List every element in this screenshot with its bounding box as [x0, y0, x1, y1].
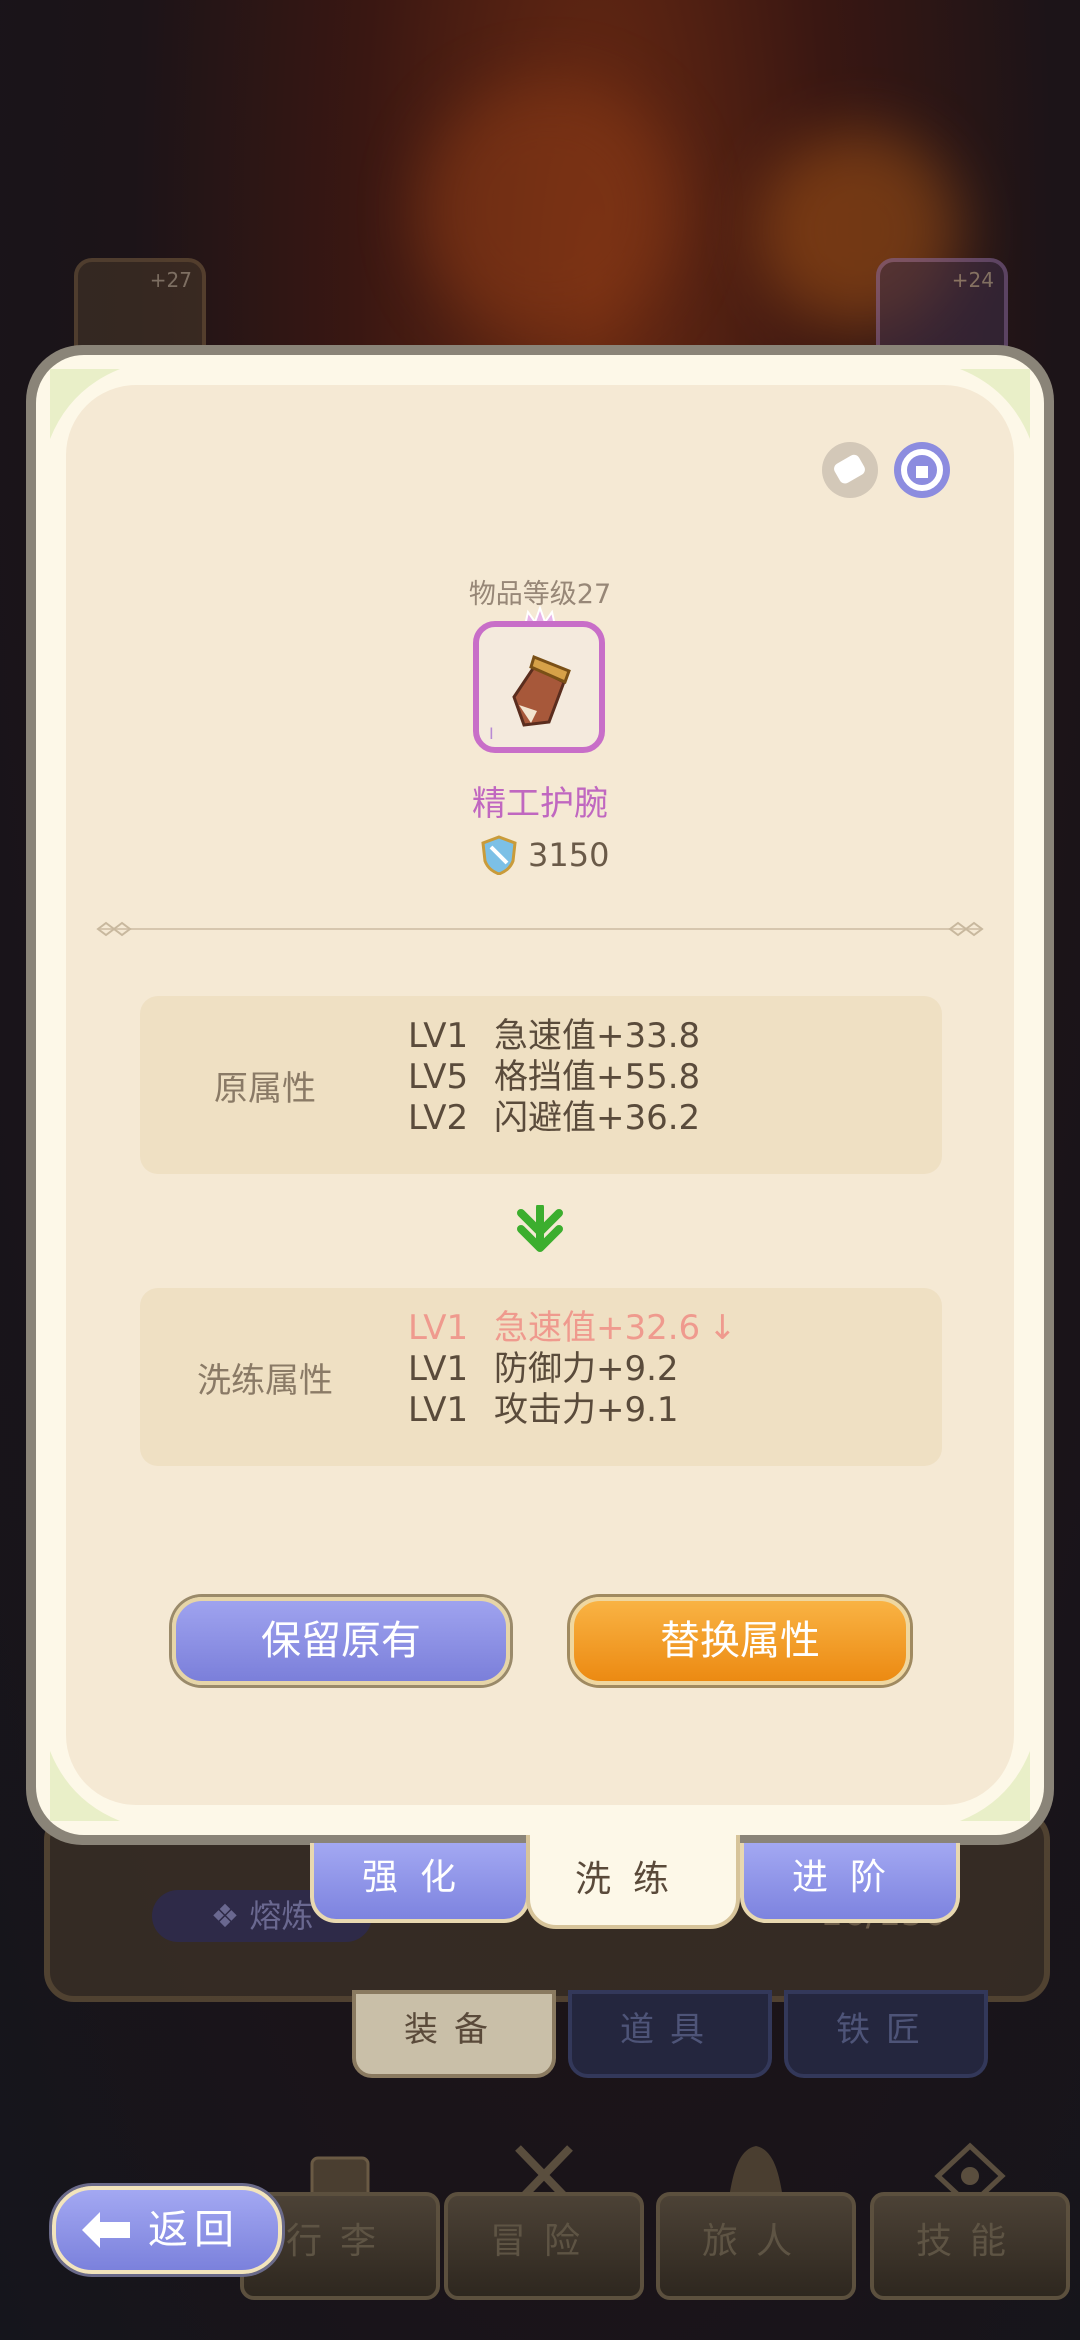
left-slot-level: +27	[149, 268, 192, 292]
attribute-line: LV1 急速值+33.8	[408, 1016, 700, 1057]
corner-ornament-icon	[50, 369, 120, 439]
attribute-stat: 闪避值+36.2	[494, 1098, 701, 1138]
replace-attributes-label: 替换属性	[660, 1618, 820, 1664]
back-button[interactable]: 返回	[52, 2186, 282, 2274]
original-attributes-title: 原属性	[214, 1068, 316, 1109]
nav-label: 旅人	[701, 2221, 810, 2262]
back-arrow-icon	[82, 2212, 130, 2248]
lock-icon	[901, 449, 943, 491]
decrease-arrow-icon: ↓	[708, 1308, 737, 1348]
original-attributes-list: LV1 急速值+33.8 LV5 格挡值+55.8 LV2 闪避值+36.2	[408, 1016, 700, 1139]
attribute-line: LV1 防御力+9.2	[408, 1349, 737, 1390]
attribute-stat: 格挡值+55.8	[494, 1057, 701, 1097]
corner-ornament-icon	[960, 369, 1030, 439]
attribute-stat: 防御力+9.2	[494, 1349, 679, 1389]
attribute-stat: 攻击力+9.1	[494, 1390, 679, 1430]
attribute-line: LV2 闪避值+36.2	[408, 1098, 700, 1139]
tab-label: 强化	[361, 1857, 478, 1898]
keep-original-label: 保留原有	[261, 1618, 421, 1664]
category-tab-label: 道具	[620, 2010, 720, 2050]
nav-label: 技能	[915, 2221, 1024, 2262]
smelt-icon: ❖	[210, 1897, 250, 1935]
attribute-line: LV5 格挡值+55.8	[408, 1057, 700, 1098]
attribute-level: LV1	[408, 1390, 469, 1430]
reforged-attributes-box: 洗练属性 LV1 急速值+32.6 ↓ LV1 防御力+9.2 LV1 攻击力+9.1	[140, 1288, 942, 1466]
attribute-level: LV1	[408, 1016, 469, 1056]
divider-ornament-icon	[948, 921, 984, 937]
tab-advance[interactable]: 进阶	[740, 1843, 960, 1923]
reforged-attributes-list: LV1 急速值+32.6 ↓ LV1 防御力+9.2 LV1 攻击力+9.1	[408, 1308, 737, 1431]
category-tab-label: 铁匠	[836, 2010, 936, 2050]
nav-adventure: 冒险	[444, 2140, 644, 2300]
tab-enhance[interactable]: 强化	[310, 1843, 530, 1923]
item-icon-frame[interactable]: I	[473, 621, 605, 753]
item-power: 3150	[480, 833, 609, 877]
dismantle-button[interactable]	[822, 442, 878, 498]
svg-text:I: I	[489, 724, 494, 743]
reforged-attributes-title: 洗练属性	[197, 1360, 333, 1401]
category-tab-blacksmith: 铁匠	[784, 1990, 988, 2078]
attribute-level: LV1	[408, 1308, 469, 1348]
right-slot-level: +24	[951, 268, 994, 292]
category-tab-equipment: 装备	[352, 1990, 556, 2078]
smelt-label: 熔炼	[249, 1897, 314, 1935]
category-tab-items: 道具	[568, 1990, 772, 2078]
replace-attributes-button[interactable]: 替换属性	[570, 1597, 910, 1685]
keep-original-button[interactable]: 保留原有	[172, 1597, 510, 1685]
background-glow	[420, 80, 680, 340]
item-name: 精工护腕	[472, 784, 608, 824]
divider-ornament-icon	[96, 921, 132, 937]
tab-reforge[interactable]: 洗练	[526, 1835, 740, 1929]
nav-skills: 技能	[870, 2140, 1070, 2300]
power-value: 3150	[528, 836, 610, 874]
shield-icon	[481, 835, 517, 875]
nav-label: 冒险	[489, 2221, 598, 2262]
attribute-level: LV1	[408, 1349, 469, 1389]
attribute-line-decreased: LV1 急速值+32.6 ↓	[408, 1308, 737, 1349]
tab-label: 洗练	[574, 1859, 691, 1900]
corner-ornament-icon	[960, 1751, 1030, 1821]
category-tab-label: 装备	[404, 2010, 504, 2050]
bracer-icon: I	[489, 654, 571, 743]
corner-ornament-icon	[50, 1751, 120, 1821]
attribute-line: LV1 攻击力+9.1	[408, 1390, 737, 1431]
down-arrow-icon	[517, 1205, 563, 1252]
hammer-icon	[834, 454, 865, 484]
attribute-stat: 急速值+33.8	[494, 1016, 701, 1056]
attribute-stat: 急速值+32.6	[494, 1308, 701, 1348]
attribute-level: LV5	[408, 1057, 469, 1097]
nav-travelers: 旅人	[656, 2140, 856, 2300]
original-attributes-box: 原属性 LV1 急速值+33.8 LV5 格挡值+55.8 LV2 闪避值+36.2	[140, 996, 942, 1174]
section-divider	[100, 928, 980, 930]
back-label: 返回	[148, 2207, 240, 2253]
lock-button[interactable]	[894, 442, 950, 498]
attribute-level: LV2	[408, 1098, 469, 1138]
tab-label: 进阶	[791, 1857, 908, 1898]
